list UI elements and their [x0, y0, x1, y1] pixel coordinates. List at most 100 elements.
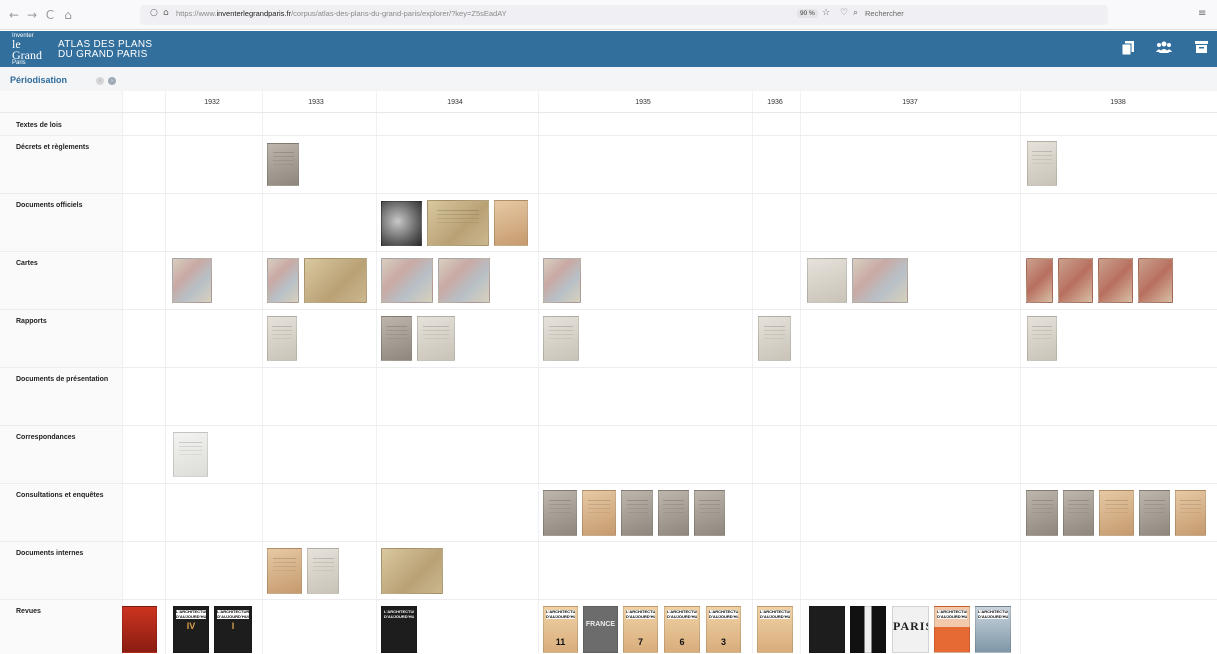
magazine-thumbnail[interactable]: L'ARCHITECTURE D'AUJOURD'HUI — [757, 606, 793, 653]
category-row: Rapports — [0, 310, 1217, 368]
lock-icon[interactable]: ⌂ — [163, 8, 169, 18]
archive-icon[interactable] — [1193, 41, 1209, 57]
category-row: Correspondances — [0, 426, 1217, 484]
year-label: 1937 — [902, 99, 918, 106]
document-thumbnail[interactable] — [427, 200, 489, 246]
map-thumbnail[interactable] — [852, 258, 908, 303]
magazine-title: L'ARCHITECTURE D'AUJOURD'HUI — [978, 610, 1008, 619]
bookmark-star-icon[interactable]: ☆ — [822, 8, 830, 18]
pocket-icon[interactable]: ♡ — [840, 8, 848, 18]
category-row: Documents de présentation — [0, 368, 1217, 426]
map-thumbnail[interactable] — [1058, 258, 1093, 303]
document-thumbnail[interactable] — [1175, 490, 1206, 536]
back-icon[interactable]: ← — [6, 7, 22, 23]
magazine-thumbnail[interactable]: L'ARCHITECTURE D'AUJOURD'HUI 6 — [664, 606, 700, 653]
magazine-thumbnail[interactable] — [809, 606, 845, 653]
magazine-title: L'ARCHITECTURE D'AUJOURD'HUI — [937, 610, 967, 619]
document-thumbnail[interactable] — [307, 548, 339, 594]
magazine-thumbnail[interactable] — [850, 606, 886, 653]
document-thumbnail[interactable] — [694, 490, 725, 536]
map-thumbnail[interactable] — [267, 258, 299, 303]
section-title: Périodisation — [10, 75, 68, 85]
category-row: Textes de lois — [0, 114, 1217, 136]
magazine-thumbnail[interactable] — [122, 606, 157, 653]
shield-icon[interactable]: ○ — [150, 8, 158, 18]
map-thumbnail[interactable] — [807, 258, 847, 303]
magazine-title: PARIS — [893, 619, 928, 633]
map-thumbnail[interactable] — [543, 258, 581, 303]
letter-thumbnail[interactable] — [173, 432, 208, 477]
document-thumbnail[interactable] — [1027, 316, 1057, 361]
map-thumbnail[interactable] — [304, 258, 367, 303]
magazine-thumbnail[interactable]: L'ARCHITECTURE D'AUJOURD'HUI 3 — [706, 606, 741, 653]
reload-icon[interactable]: C — [42, 7, 58, 23]
document-thumbnail[interactable] — [1026, 490, 1058, 536]
document-thumbnail[interactable] — [494, 200, 528, 246]
document-thumbnail[interactable] — [543, 316, 579, 361]
document-thumbnail[interactable] — [1027, 141, 1057, 186]
document-thumbnail[interactable] — [582, 490, 616, 536]
previous-button[interactable]: ‹ — [96, 77, 104, 85]
magazine-title: L'ARCHITECTURE D'AUJOURD'HUI — [760, 610, 790, 619]
magazine-thumbnail[interactable]: L'ARCHITECTURE D'AUJOURD'HUI 11 — [543, 606, 578, 653]
map-thumbnail[interactable] — [1138, 258, 1173, 303]
category-label: Textes de lois — [16, 122, 62, 129]
site-logo[interactable]: Inventer le Grand Paris — [12, 33, 48, 66]
url-path: /corpus/atlas-des-plans-du-grand-paris/e… — [291, 9, 507, 18]
forward-icon[interactable]: → — [24, 7, 40, 23]
home-icon[interactable]: ⌂ — [60, 7, 76, 23]
magazine-title: L'ARCHITECTURE D'AUJOURD'HUI — [626, 610, 655, 619]
year-label: 1934 — [447, 99, 463, 106]
document-thumbnail[interactable] — [381, 548, 443, 594]
magazine-thumbnail[interactable]: FRANCE — [583, 606, 618, 653]
magazine-thumbnail[interactable]: PARIS — [892, 606, 929, 653]
magazine-issue: I — [231, 621, 235, 631]
magazine-title: L'ARCHITECTURE D'AUJOURD'HUI — [384, 610, 414, 619]
magazine-thumbnail[interactable]: L'ARCHITECTURE D'AUJOURD'HUI — [381, 606, 417, 653]
site-title-line-2: DU GRAND PARIS — [58, 49, 148, 60]
logo-line-2: le Grand — [12, 37, 42, 63]
magazine-title: L'ARCHITECTURE D'AUJOURD'HUI — [546, 610, 575, 619]
search-icon: ⌕ — [853, 8, 859, 18]
map-thumbnail[interactable] — [1026, 258, 1053, 303]
document-thumbnail[interactable] — [621, 490, 653, 536]
year-label: 1938 — [1110, 99, 1126, 106]
url-text[interactable]: https://www.inventerlegrandparis.fr/corp… — [176, 9, 507, 18]
category-row: Décrets et règlements — [0, 136, 1217, 194]
document-thumbnail[interactable] — [1099, 490, 1134, 536]
magazine-title: L'ARCHITECTURE D'AUJOURD'HUI — [709, 610, 738, 619]
document-thumbnail[interactable] — [267, 548, 302, 594]
zoom-level[interactable]: 90 % — [797, 9, 818, 18]
document-thumbnail[interactable] — [543, 490, 577, 536]
map-thumbnail[interactable] — [438, 258, 490, 303]
document-thumbnail[interactable] — [417, 316, 455, 361]
category-row: Documents internes — [0, 542, 1217, 600]
menu-icon[interactable]: ≡ — [1198, 8, 1206, 19]
document-thumbnail[interactable] — [381, 201, 422, 246]
category-row: Documents officiels — [0, 194, 1217, 252]
site-title[interactable]: ATLAS DES PLANS DU GRAND PARIS — [58, 40, 152, 60]
magazine-thumbnail[interactable]: L'ARCHITECTURE D'AUJOURD'HUI — [934, 606, 970, 653]
document-thumbnail[interactable] — [758, 316, 791, 361]
search-input[interactable]: Rechercher — [865, 9, 904, 18]
magazine-thumbnail[interactable]: L'ARCHITECTURE D'AUJOURD'HUI — [975, 606, 1011, 653]
document-thumbnail[interactable] — [267, 143, 299, 186]
document-thumbnail[interactable] — [1063, 490, 1094, 536]
map-thumbnail[interactable] — [381, 258, 433, 303]
magazine-thumbnail[interactable]: L'ARCHITECTURE D'AUJOURD'HUI 7 — [623, 606, 658, 653]
document-thumbnail[interactable] — [381, 316, 412, 361]
category-label: Documents internes — [16, 550, 84, 557]
next-button[interactable]: › — [108, 77, 116, 85]
users-icon[interactable] — [1156, 41, 1172, 57]
magazine-thumbnail[interactable]: L'ARCHITECTURE D'AUJOURD'HUI IV — [173, 606, 209, 653]
document-thumbnail[interactable] — [658, 490, 689, 536]
magazine-title: L'ARCHITECTURE D'AUJOURD'HUI — [667, 610, 697, 619]
map-thumbnail[interactable] — [172, 258, 212, 303]
document-thumbnail[interactable] — [267, 316, 297, 361]
map-thumbnail[interactable] — [1098, 258, 1133, 303]
category-label: Documents officiels — [16, 202, 83, 209]
category-label: Documents de présentation — [16, 376, 109, 383]
copy-icon[interactable] — [1120, 41, 1136, 57]
document-thumbnail[interactable] — [1139, 490, 1170, 536]
magazine-thumbnail[interactable]: L'ARCHITECTURE D'AUJOURD'HUI I — [214, 606, 252, 653]
